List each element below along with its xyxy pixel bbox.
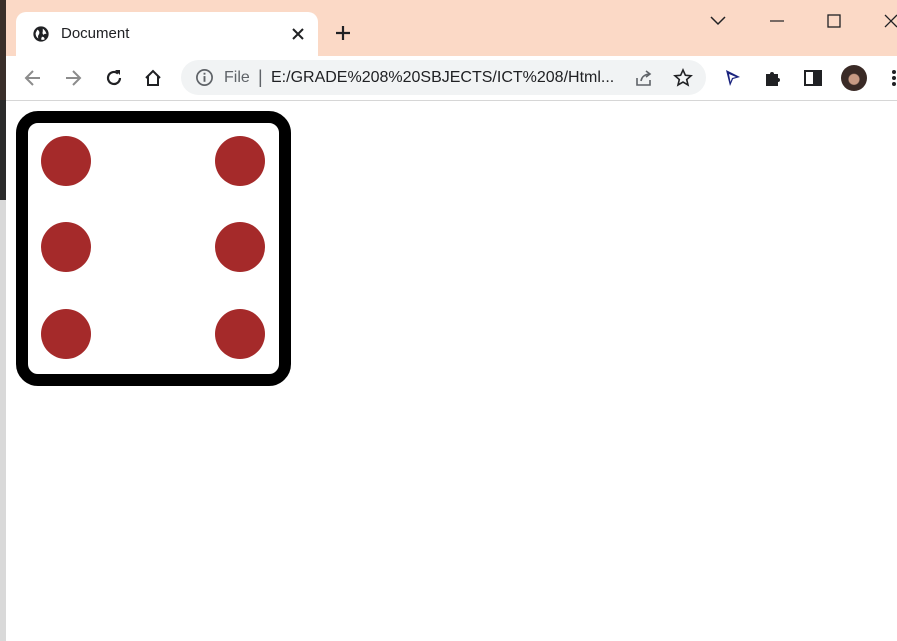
dice-dot (41, 136, 91, 186)
globe-icon (33, 26, 49, 42)
window-close-icon[interactable] (879, 10, 897, 32)
dice-face (16, 111, 291, 386)
dice-dot (41, 222, 91, 272)
puzzle-icon[interactable] (761, 66, 785, 90)
address-bar[interactable]: File | E:/GRADE%208%20SBJECTS/ICT%208/Ht… (181, 60, 706, 95)
file-scheme-label: File (224, 69, 250, 86)
tab-strip: Document (6, 0, 897, 56)
info-icon[interactable] (195, 68, 214, 87)
arrow-left-icon[interactable] (20, 65, 46, 91)
arrow-right-icon[interactable] (60, 65, 86, 91)
star-icon[interactable] (672, 67, 694, 89)
close-icon[interactable] (288, 24, 308, 44)
side-panel-icon[interactable] (801, 66, 825, 90)
cursor-icon[interactable] (721, 66, 745, 90)
reload-icon[interactable] (101, 65, 127, 91)
minimize-icon[interactable] (765, 10, 789, 32)
kebab-menu-icon[interactable] (882, 66, 897, 90)
dice-dot (215, 136, 265, 186)
tab-document[interactable]: Document (16, 12, 318, 56)
home-icon[interactable] (140, 65, 166, 91)
avatar[interactable] (841, 65, 867, 91)
share-icon[interactable] (633, 67, 655, 89)
address-separator: | (258, 67, 263, 87)
tab-title: Document (61, 25, 130, 42)
dice-dot (215, 309, 265, 359)
url-text[interactable]: E:/GRADE%208%20SBJECTS/ICT%208/Html... (271, 69, 621, 87)
chevron-down-icon[interactable] (706, 10, 730, 32)
maximize-icon[interactable] (822, 10, 846, 32)
browser-toolbar: File | E:/GRADE%208%20SBJECTS/ICT%208/Ht… (6, 56, 897, 101)
dice-dot (215, 222, 265, 272)
dice-dot (41, 309, 91, 359)
plus-icon[interactable] (332, 22, 354, 44)
